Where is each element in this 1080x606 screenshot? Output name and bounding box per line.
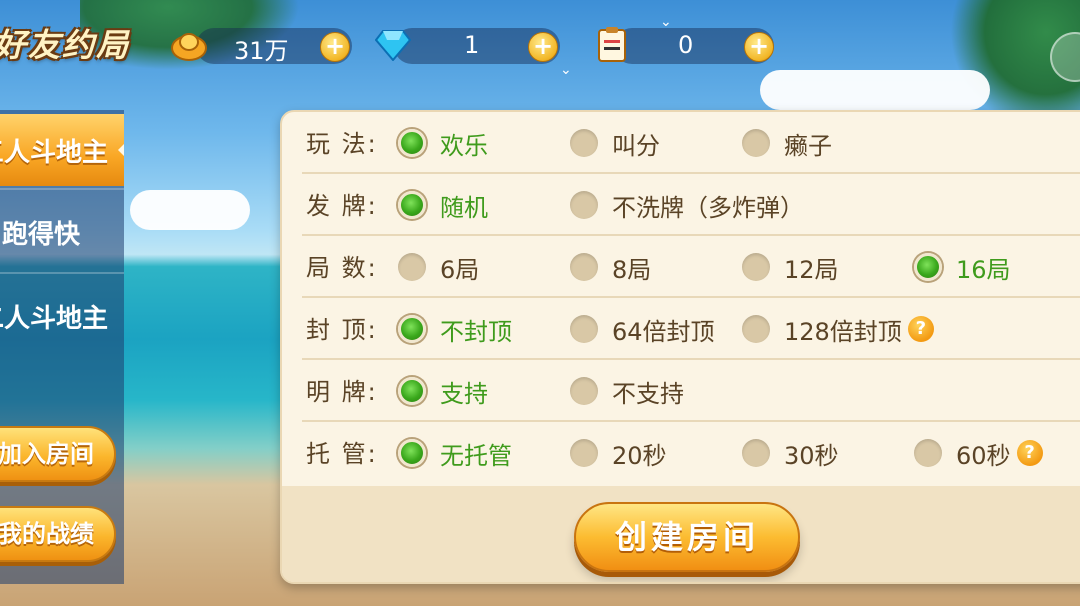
- diamond-icon: [374, 26, 412, 64]
- option-support[interactable]: 支持: [398, 360, 488, 422]
- option-label: 随机: [440, 193, 488, 222]
- radio-icon: [570, 191, 598, 219]
- room-card-value: 0: [678, 31, 694, 59]
- option-no-cap[interactable]: 不封顶: [398, 298, 512, 360]
- option-label: 无托管: [440, 441, 512, 470]
- radio-icon: [742, 439, 770, 467]
- radio-icon: [570, 253, 598, 281]
- option-12-rounds[interactable]: 12局: [742, 236, 839, 298]
- radio-selected-icon: [398, 377, 426, 405]
- option-64x-cap[interactable]: 64倍封顶: [570, 298, 715, 360]
- radio-selected-icon: [398, 315, 426, 343]
- option-label: 6局: [440, 255, 480, 284]
- option-30-seconds[interactable]: 30秒: [742, 422, 839, 484]
- option-row-cap: 封 顶: 不封顶 64倍封顶 128倍封顶?: [282, 298, 1080, 360]
- radio-selected-icon: [398, 129, 426, 157]
- option-row-deal: 发 牌: 随机 不洗牌（多炸弹）: [282, 174, 1080, 236]
- tab-label: 跑得快: [1, 219, 80, 250]
- option-random[interactable]: 随机: [398, 174, 488, 236]
- help-icon[interactable]: ?: [1016, 440, 1043, 466]
- option-row-rounds: 局 数: 6局 8局 12局 16局: [282, 236, 1080, 298]
- option-row-open-card: 明 牌: 支持 不支持: [282, 360, 1080, 422]
- create-room-button[interactable]: 创建房间: [574, 502, 800, 572]
- option-60-seconds[interactable]: 60秒?: [914, 422, 1043, 484]
- option-label: 不洗牌（多炸弹）: [612, 193, 804, 222]
- cloud-decoration: [130, 190, 250, 230]
- option-label: 欢乐: [440, 131, 488, 160]
- option-label: 30秒: [784, 441, 839, 470]
- radio-icon: [570, 377, 598, 405]
- gold-ingot-icon: [170, 26, 208, 64]
- row-label: 局 数:: [306, 254, 378, 282]
- option-label: 60秒: [956, 441, 1011, 470]
- option-label: 16局: [956, 255, 1011, 284]
- option-label: 不支持: [612, 379, 684, 408]
- option-not-support[interactable]: 不支持: [570, 360, 684, 422]
- option-row-rules: 玩 法: 欢乐 叫分 癞子: [282, 112, 1080, 174]
- option-label: 叫分: [612, 131, 660, 160]
- my-record-button[interactable]: 我的战绩: [0, 506, 116, 562]
- gold-value: 31万: [234, 37, 289, 65]
- create-room-panel: 玩 法: 欢乐 叫分 癞子 发 牌: 随机 不洗牌（多炸弹） 局 数: 6局 8…: [280, 110, 1080, 584]
- option-label: 12局: [784, 255, 839, 284]
- add-diamond-button[interactable]: +: [528, 32, 558, 62]
- option-20-seconds[interactable]: 20秒: [570, 422, 667, 484]
- room-card-icon: [594, 26, 632, 64]
- option-label: 20秒: [612, 441, 667, 470]
- radio-icon: [570, 439, 598, 467]
- divider: [0, 272, 124, 274]
- radio-icon: [570, 315, 598, 343]
- option-label: 支持: [440, 379, 488, 408]
- tab-run-fast[interactable]: 跑得快: [0, 196, 124, 268]
- row-label: 明 牌:: [306, 378, 378, 406]
- option-label: 不封顶: [440, 317, 512, 346]
- row-label: 托 管:: [306, 440, 378, 468]
- radio-selected-icon: [914, 253, 942, 281]
- cloud-decoration: [760, 70, 990, 110]
- join-room-button[interactable]: 加入房间: [0, 426, 116, 482]
- option-happy[interactable]: 欢乐: [398, 112, 488, 174]
- radio-icon: [398, 253, 426, 281]
- option-label: 128倍封顶: [784, 317, 902, 346]
- option-8-rounds[interactable]: 8局: [570, 236, 651, 298]
- radio-selected-icon: [398, 191, 426, 219]
- radio-icon: [742, 315, 770, 343]
- radio-icon: [742, 253, 770, 281]
- option-call-score[interactable]: 叫分: [570, 112, 660, 174]
- help-icon[interactable]: ?: [907, 316, 934, 342]
- radio-icon: [914, 439, 942, 467]
- option-label: 癞子: [784, 131, 832, 160]
- tab-label: 三人斗地主: [0, 137, 108, 168]
- row-label: 玩 法:: [306, 130, 378, 158]
- active-indicator-icon: [118, 142, 124, 158]
- radio-selected-icon: [398, 439, 426, 467]
- tab-two-player-landlord[interactable]: 二人斗地主: [0, 280, 124, 352]
- option-label: 64倍封顶: [612, 317, 715, 346]
- divider: [0, 188, 124, 190]
- radio-icon: [742, 129, 770, 157]
- tab-three-player-landlord[interactable]: 三人斗地主: [0, 114, 124, 186]
- seagull-icon: ⌄: [560, 62, 572, 78]
- option-16-rounds[interactable]: 16局: [914, 236, 1011, 298]
- option-label: 8局: [612, 255, 652, 284]
- diamond-value: 1: [464, 31, 480, 59]
- option-no-auto-play[interactable]: 无托管: [398, 422, 512, 484]
- option-128x-cap[interactable]: 128倍封顶?: [742, 298, 934, 360]
- option-6-rounds[interactable]: 6局: [398, 236, 479, 298]
- row-label: 封 顶:: [306, 316, 378, 344]
- option-wildcard[interactable]: 癞子: [742, 112, 832, 174]
- row-label: 发 牌:: [306, 192, 378, 220]
- tab-label: 二人斗地主: [0, 303, 108, 334]
- option-row-auto-play: 托 管: 无托管 20秒 30秒 60秒?: [282, 422, 1080, 484]
- option-no-shuffle[interactable]: 不洗牌（多炸弹）: [570, 174, 804, 236]
- add-room-card-button[interactable]: +: [744, 32, 774, 62]
- add-gold-button[interactable]: +: [320, 32, 350, 62]
- radio-icon: [570, 129, 598, 157]
- page-title: 好友约局: [0, 26, 131, 64]
